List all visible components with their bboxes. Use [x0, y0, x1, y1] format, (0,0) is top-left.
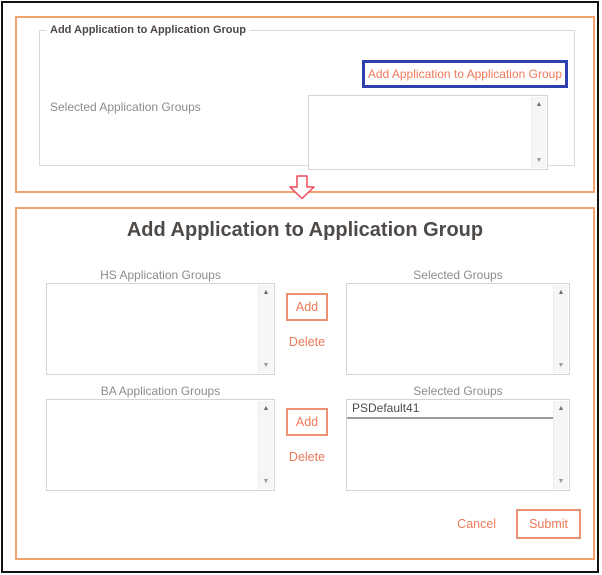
- fieldset-legend: Add Application to Application Group: [46, 24, 250, 36]
- ba-transfer-controls: Add Delete: [279, 408, 335, 466]
- add-button-hs[interactable]: Add: [286, 293, 328, 321]
- ba-application-groups-label: BA Application Groups: [46, 384, 275, 398]
- scroll-up-icon[interactable]: ▲: [536, 97, 543, 112]
- dialog-title: Add Application to Application Group: [17, 219, 593, 242]
- hs-application-groups-listbox[interactable]: ▲ ▼: [46, 283, 275, 375]
- delete-button-hs[interactable]: Delete: [289, 335, 325, 349]
- hs-application-groups-label: HS Application Groups: [46, 268, 275, 282]
- list-item[interactable]: PSDefault41: [347, 400, 554, 419]
- selected-groups-listbox-ba[interactable]: PSDefault41 ▲ ▼: [346, 399, 570, 491]
- ba-application-groups-listbox[interactable]: ▲ ▼: [46, 399, 275, 491]
- add-application-link[interactable]: Add Application to Application Group: [368, 67, 562, 81]
- scroll-up-icon[interactable]: ▲: [558, 285, 565, 300]
- scroll-down-icon[interactable]: ▼: [558, 358, 565, 373]
- outer-frame: Add Application to Application Group Add…: [1, 1, 599, 573]
- summary-panel: Add Application to Application Group Add…: [15, 16, 595, 193]
- hs-selected-groups-label: Selected Groups: [346, 268, 570, 282]
- scrollbar[interactable]: ▲ ▼: [553, 285, 568, 373]
- scrollbar[interactable]: ▲ ▼: [531, 97, 546, 168]
- down-arrow-icon: [286, 175, 318, 200]
- screenshot-stage: Add Application to Application Group Add…: [0, 0, 602, 575]
- ba-selected-groups-label: Selected Groups: [346, 384, 570, 398]
- selected-application-groups-label: Selected Application Groups: [50, 100, 201, 114]
- scroll-down-icon[interactable]: ▼: [536, 153, 543, 168]
- add-button-ba[interactable]: Add: [286, 408, 328, 436]
- scroll-up-icon[interactable]: ▲: [263, 401, 270, 416]
- scroll-up-icon[interactable]: ▲: [558, 401, 565, 416]
- dialog-actions: Cancel Submit: [457, 509, 581, 539]
- delete-button-ba[interactable]: Delete: [289, 450, 325, 464]
- submit-button[interactable]: Submit: [516, 509, 581, 539]
- add-application-dialog: Add Application to Application Group HS …: [15, 207, 595, 560]
- add-application-link-highlight-box: Add Application to Application Group: [362, 60, 568, 88]
- scroll-down-icon[interactable]: ▼: [558, 474, 565, 489]
- application-group-fieldset: Add Application to Application Group Add…: [39, 24, 575, 166]
- selected-groups-listbox-hs[interactable]: ▲ ▼: [346, 283, 570, 375]
- scroll-down-icon[interactable]: ▼: [263, 358, 270, 373]
- scroll-down-icon[interactable]: ▼: [263, 474, 270, 489]
- scrollbar[interactable]: ▲ ▼: [553, 401, 568, 489]
- scrollbar[interactable]: ▲ ▼: [258, 401, 273, 489]
- hs-transfer-controls: Add Delete: [279, 293, 335, 351]
- cancel-button[interactable]: Cancel: [457, 517, 496, 531]
- scrollbar[interactable]: ▲ ▼: [258, 285, 273, 373]
- scroll-up-icon[interactable]: ▲: [263, 285, 270, 300]
- selected-application-groups-listbox[interactable]: ▲ ▼: [308, 95, 548, 170]
